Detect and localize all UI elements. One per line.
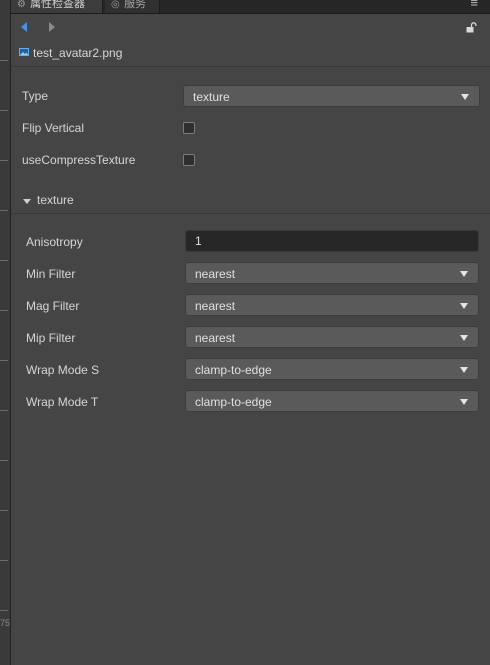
use-compress-checkbox[interactable] bbox=[183, 154, 195, 166]
wrap-mode-t-value: clamp-to-edge bbox=[195, 395, 272, 409]
tab-inspector[interactable]: ⚙ 属性检查器 bbox=[11, 0, 103, 13]
mip-filter-select[interactable]: nearest bbox=[185, 326, 479, 348]
section-title: texture bbox=[37, 193, 74, 207]
tab-bar: ⚙ 属性检查器 ◎ 服务 ≡ bbox=[11, 0, 490, 14]
chevron-down-icon bbox=[460, 399, 468, 405]
flip-vertical-row: Flip Vertical bbox=[22, 116, 480, 140]
type-row: Type texture bbox=[22, 84, 480, 108]
panel-menu-icon[interactable]: ≡ bbox=[470, 0, 478, 10]
unlock-icon[interactable] bbox=[466, 22, 477, 33]
ruler-tick bbox=[0, 510, 8, 511]
tab-label: 属性检查器 bbox=[30, 0, 86, 10]
mip-filter-value: nearest bbox=[195, 331, 236, 345]
chevron-down-icon bbox=[460, 303, 468, 309]
type-label: Type bbox=[22, 89, 49, 103]
mip-filter-label: Mip Filter bbox=[26, 331, 76, 345]
use-compress-label: useCompressTexture bbox=[22, 153, 136, 167]
tab-label: 服务 bbox=[124, 0, 147, 10]
ruler-tick bbox=[0, 60, 8, 61]
history-nav bbox=[11, 14, 490, 40]
asset-name: test_avatar2.png bbox=[33, 46, 123, 60]
caret-down-icon bbox=[23, 199, 31, 204]
min-filter-row: Min Filter nearest bbox=[26, 262, 480, 286]
type-value: texture bbox=[193, 90, 230, 104]
wrap-mode-s-value: clamp-to-edge bbox=[195, 363, 272, 377]
ruler-tick bbox=[0, 110, 8, 111]
mag-filter-select[interactable]: nearest bbox=[185, 294, 479, 316]
wrap-mode-t-select[interactable]: clamp-to-edge bbox=[185, 390, 479, 412]
ruler-number: 75 bbox=[0, 618, 11, 628]
back-arrow-icon[interactable] bbox=[21, 22, 27, 32]
use-compress-row: useCompressTexture bbox=[22, 148, 480, 172]
min-filter-label: Min Filter bbox=[26, 267, 76, 281]
ruler-tick bbox=[0, 260, 8, 261]
asset-header: test_avatar2.png bbox=[11, 42, 490, 67]
wrap-mode-s-label: Wrap Mode S bbox=[26, 363, 100, 377]
wrap-mode-t-label: Wrap Mode T bbox=[26, 395, 99, 409]
flip-vertical-label: Flip Vertical bbox=[22, 121, 85, 135]
ruler-tick bbox=[0, 210, 8, 211]
chevron-down-icon bbox=[460, 335, 468, 341]
flip-vertical-checkbox[interactable] bbox=[183, 122, 195, 134]
ruler-tick bbox=[0, 610, 8, 611]
min-filter-select[interactable]: nearest bbox=[185, 262, 479, 284]
mip-filter-row: Mip Filter nearest bbox=[26, 326, 480, 350]
type-select[interactable]: texture bbox=[183, 85, 480, 107]
wrap-mode-t-row: Wrap Mode T clamp-to-edge bbox=[26, 390, 480, 414]
chevron-down-icon bbox=[460, 367, 468, 373]
adjacent-panel-edge: 75 bbox=[0, 0, 11, 665]
ruler-tick bbox=[0, 410, 8, 411]
mag-filter-label: Mag Filter bbox=[26, 299, 80, 313]
tab-service[interactable]: ◎ 服务 bbox=[105, 0, 160, 13]
wrap-mode-s-row: Wrap Mode S clamp-to-edge bbox=[26, 358, 480, 382]
mag-filter-value: nearest bbox=[195, 299, 236, 313]
forward-arrow-icon[interactable] bbox=[49, 22, 55, 32]
ruler-tick bbox=[0, 360, 8, 361]
image-icon bbox=[19, 48, 29, 56]
anisotropy-input[interactable] bbox=[185, 230, 479, 252]
ruler-tick bbox=[0, 460, 8, 461]
inspector-panel: test_avatar2.png Type texture Flip Verti… bbox=[11, 14, 490, 665]
wrap-mode-s-select[interactable]: clamp-to-edge bbox=[185, 358, 479, 380]
eye-icon: ◎ bbox=[111, 0, 120, 10]
ruler-tick bbox=[0, 160, 8, 161]
ruler-tick bbox=[0, 560, 8, 561]
gear-icon: ⚙ bbox=[17, 0, 26, 10]
min-filter-value: nearest bbox=[195, 267, 236, 281]
chevron-down-icon bbox=[461, 94, 469, 100]
chevron-down-icon bbox=[460, 271, 468, 277]
ruler-tick bbox=[0, 310, 8, 311]
texture-section-header[interactable]: texture bbox=[11, 191, 490, 214]
mag-filter-row: Mag Filter nearest bbox=[26, 294, 480, 318]
anisotropy-row: Anisotropy bbox=[26, 230, 480, 254]
anisotropy-label: Anisotropy bbox=[26, 235, 83, 249]
